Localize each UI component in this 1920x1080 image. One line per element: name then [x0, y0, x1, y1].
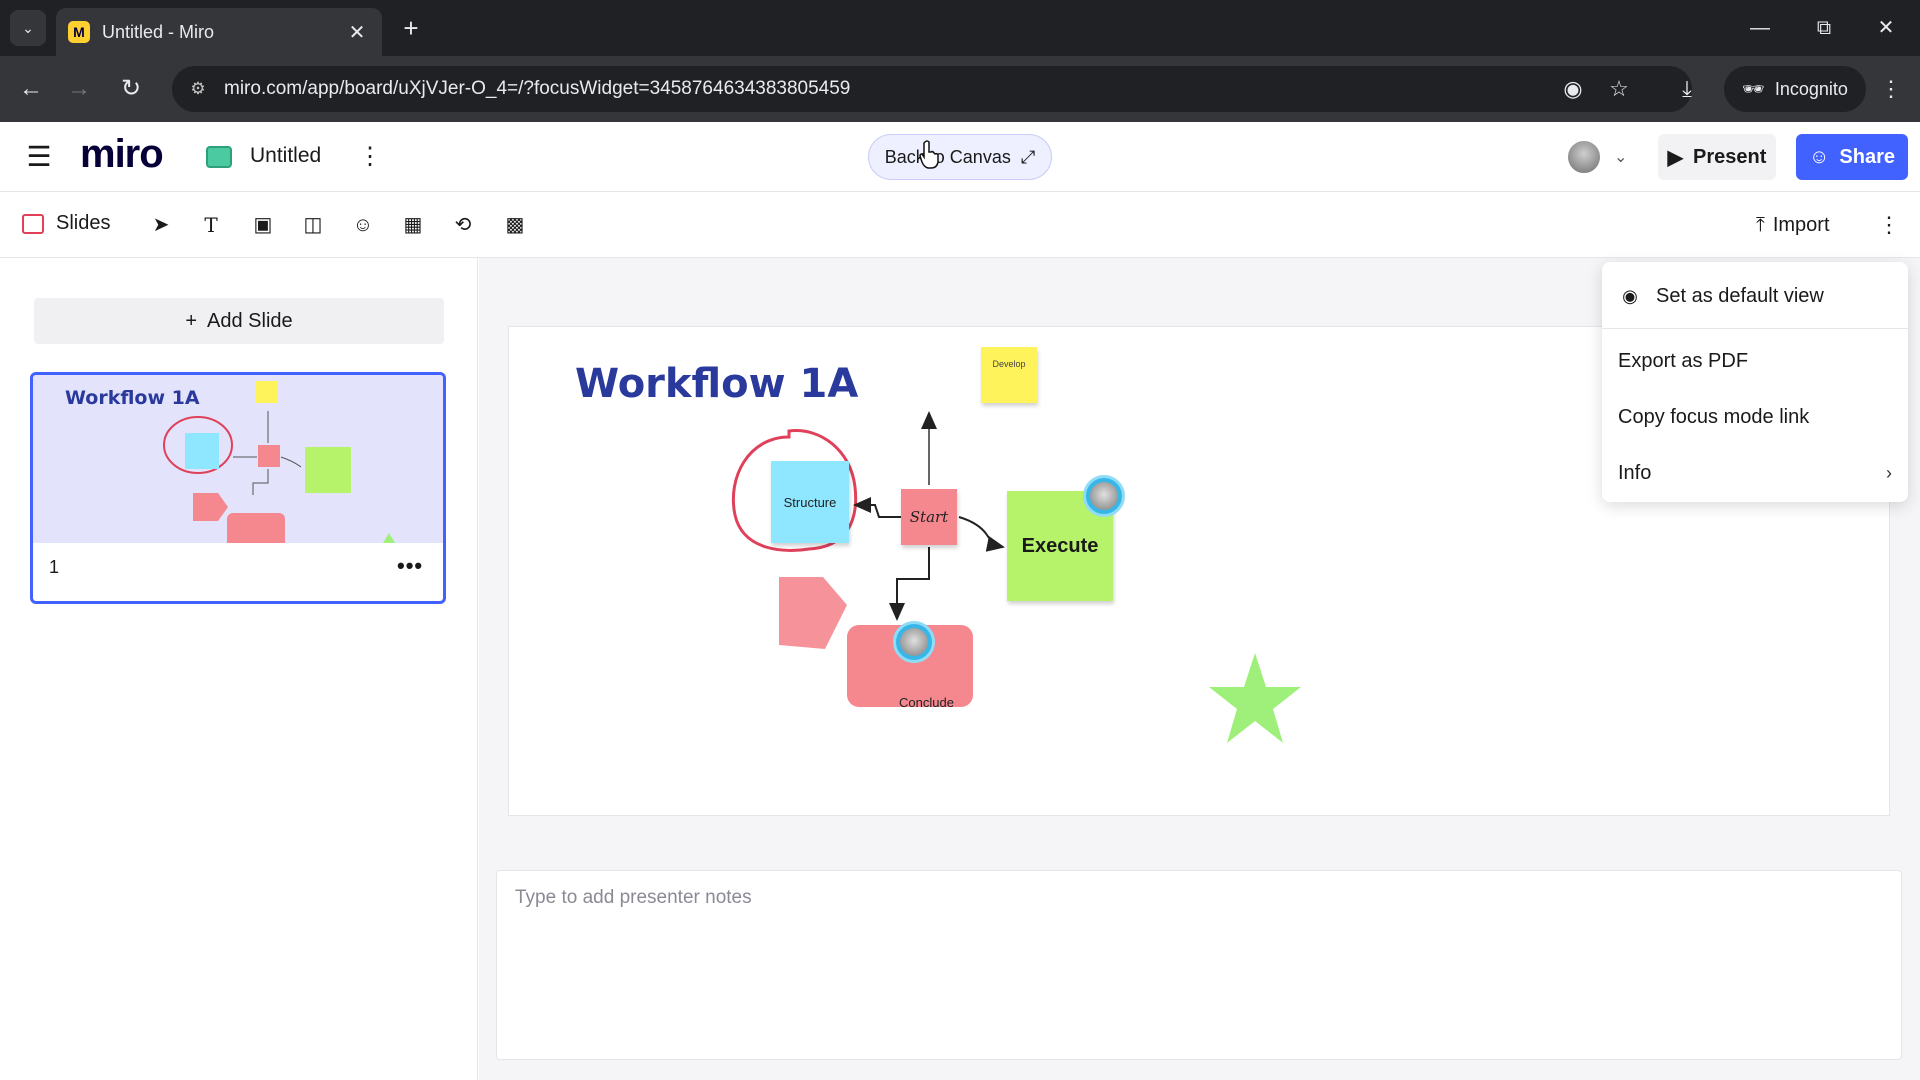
- share-user-icon: ☺: [1808, 145, 1830, 168]
- slides-options-menu: ◉ Set as default view Export as PDF Copy…: [1602, 262, 1908, 502]
- collapse-arrows-icon: ⤢: [1020, 146, 1036, 167]
- new-tab-icon[interactable]: +: [396, 14, 426, 44]
- focus-view-icon: ◉: [1622, 285, 1638, 306]
- menu-item-label: Info: [1618, 461, 1652, 484]
- avatar: [1566, 139, 1602, 175]
- hand-cursor-icon: [919, 140, 939, 169]
- collaborator-avatar: [893, 621, 935, 663]
- collaborators[interactable]: ⌄: [1566, 134, 1648, 180]
- miro-top-bar: ☰ miro Untitled ⋮ Back to Canvas ⤢ ⌄ ▶ P…: [0, 122, 1920, 192]
- share-button[interactable]: ☺ Share: [1796, 134, 1908, 180]
- tab-title: Untitled - Miro: [102, 21, 215, 42]
- import-button[interactable]: ⤒ Import: [1756, 210, 1830, 240]
- tab-close-icon[interactable]: ✕: [346, 20, 368, 45]
- miro-favicon-icon: M: [68, 21, 90, 43]
- slide-thumbnail-preview: Workflow 1A: [33, 375, 443, 543]
- incognito-label: Incognito: [1774, 78, 1848, 99]
- import-icon: ⤒: [1756, 213, 1765, 236]
- url-text: miro.com/app/board/uXjVJer-O_4=/?focusWi…: [224, 78, 851, 99]
- tab-search-chevron-icon[interactable]: ⌄: [10, 10, 46, 46]
- slide-number: 1: [49, 557, 60, 577]
- image-tool-icon[interactable]: ▣: [248, 210, 278, 240]
- eye-off-icon[interactable]: ◉: [1556, 72, 1590, 106]
- slides-toolbar: Slides ➤ T ▣ ◫ ☺ ▦ ⟲ ▩ ⤒ Import ⋮: [0, 192, 1920, 258]
- url-field[interactable]: ⚙ miro.com/app/board/uXjVJer-O_4=/?focus…: [172, 66, 1692, 112]
- avatar-photo: [1090, 482, 1118, 510]
- import-label: Import: [1772, 213, 1830, 236]
- toolbar-more-icon[interactable]: ⋮: [1878, 210, 1900, 240]
- avatar-photo: [900, 628, 928, 656]
- sticky-note-develop[interactable]: Develop: [981, 347, 1037, 403]
- board-more-icon[interactable]: ⋮: [358, 140, 382, 174]
- menu-item-label: Set as default view: [1656, 284, 1824, 307]
- sticky-note-structure[interactable]: Structure: [771, 461, 849, 543]
- slide-more-icon[interactable]: •••: [397, 553, 423, 579]
- back-to-canvas-label: Back to Canvas: [884, 146, 1011, 167]
- slides-label[interactable]: Slides: [56, 212, 110, 235]
- browser-tab-active[interactable]: M Untitled - Miro ✕: [56, 8, 382, 56]
- chevron-down-icon: ⌄: [1614, 149, 1628, 166]
- slide-thumbnail-card[interactable]: Workflow 1A 1 •••: [30, 372, 446, 604]
- reload-icon[interactable]: ↻: [114, 72, 148, 106]
- collaborator-avatar: [1083, 475, 1125, 517]
- back-to-canvas-button[interactable]: Back to Canvas ⤢: [868, 134, 1052, 180]
- share-label: Share: [1839, 145, 1895, 168]
- sticky-note-tool-icon[interactable]: ◫: [298, 210, 328, 240]
- board-title[interactable]: Untitled: [250, 144, 321, 168]
- add-slide-button[interactable]: + Add Slide: [34, 298, 444, 344]
- main-menu-icon[interactable]: ☰: [24, 142, 54, 172]
- menu-divider: [1602, 328, 1908, 329]
- incognito-icon: 🕶: [1742, 78, 1765, 99]
- chevron-right-icon: ›: [1886, 462, 1892, 483]
- play-icon: ▶: [1667, 146, 1683, 169]
- forward-arrow-icon[interactable]: →: [62, 72, 96, 106]
- select-tool-icon[interactable]: ➤: [146, 210, 176, 240]
- text-tool-icon[interactable]: T: [196, 210, 226, 240]
- present-label: Present: [1693, 145, 1767, 168]
- sticky-note-start[interactable]: Start: [901, 489, 957, 545]
- restore-icon[interactable]: ⧉: [1804, 12, 1844, 44]
- lasso-tool-icon[interactable]: ⟲: [448, 210, 478, 240]
- browser-tab-bar: ⌄ M Untitled - Miro ✕ + — ⧉ ✕: [0, 0, 1920, 56]
- window-close-icon[interactable]: ✕: [1866, 12, 1906, 44]
- menu-item-copy-focus-link[interactable]: Copy focus mode link: [1602, 389, 1908, 445]
- download-icon[interactable]: ⤓: [1670, 72, 1704, 106]
- presenter-notes-field[interactable]: Type to add presenter notes: [496, 870, 1902, 1060]
- browser-address-bar: ← → ↻ ⚙ miro.com/app/board/uXjVJer-O_4=/…: [0, 56, 1920, 122]
- incognito-badge[interactable]: 🕶 Incognito: [1724, 66, 1866, 112]
- add-slide-label: Add Slide: [207, 309, 293, 332]
- slides-panel: + Add Slide Workflow 1A 1 •••: [0, 258, 478, 1080]
- sticker-tool-icon[interactable]: ☺: [348, 210, 378, 240]
- slides-icon: [22, 214, 44, 234]
- thumbnail-diagram: [163, 381, 395, 543]
- plus-icon: +: [185, 309, 198, 332]
- menu-item-info[interactable]: Info ›: [1602, 445, 1908, 501]
- add-more-tool-icon[interactable]: ▩: [500, 210, 530, 240]
- menu-item-label: Export as PDF: [1618, 349, 1749, 372]
- presenter-notes-placeholder: Type to add presenter notes: [515, 887, 752, 908]
- board-icon: [206, 146, 232, 168]
- present-button[interactable]: ▶ Present: [1658, 134, 1776, 180]
- bookmark-star-icon[interactable]: ☆: [1602, 72, 1636, 106]
- site-settings-icon[interactable]: ⚙: [186, 79, 210, 99]
- minimize-icon[interactable]: —: [1740, 12, 1780, 44]
- miro-logo[interactable]: miro: [80, 132, 164, 177]
- browser-menu-icon[interactable]: ⋮: [1876, 72, 1906, 106]
- back-arrow-icon[interactable]: ←: [14, 72, 48, 106]
- menu-item-export-pdf[interactable]: Export as PDF: [1602, 333, 1908, 389]
- menu-item-label: Copy focus mode link: [1618, 405, 1810, 428]
- menu-item-set-default-view[interactable]: ◉ Set as default view: [1602, 268, 1908, 324]
- conclude-label: Conclude: [899, 695, 954, 710]
- templates-tool-icon[interactable]: ▦: [398, 210, 428, 240]
